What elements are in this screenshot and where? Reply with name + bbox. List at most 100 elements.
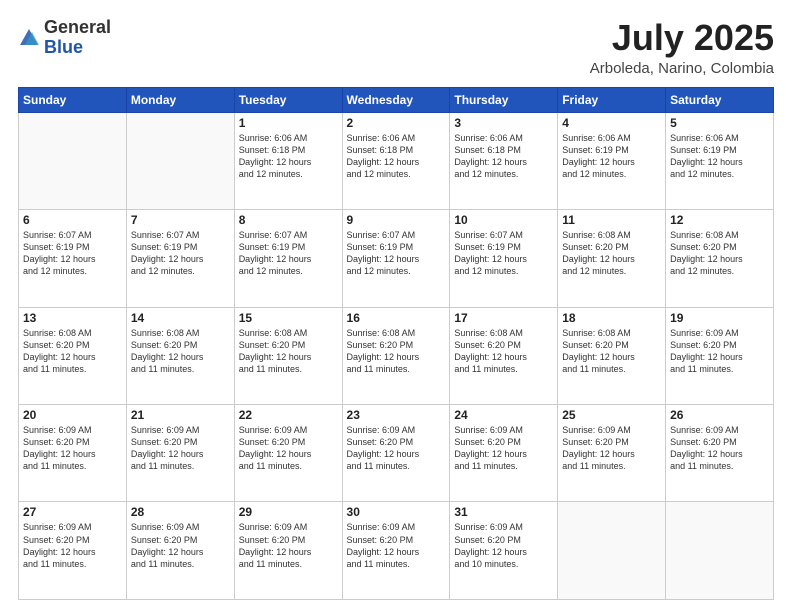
col-friday: Friday xyxy=(558,87,666,112)
header: General Blue July 2025 Arboleda, Narino,… xyxy=(18,18,774,77)
calendar-header-row: Sunday Monday Tuesday Wednesday Thursday… xyxy=(19,87,774,112)
calendar-cell: 18 Sunrise: 6:08 AM Sunset: 6:20 PM Dayli… xyxy=(558,307,666,404)
month-year: July 2025 xyxy=(590,18,774,58)
calendar-cell: 23 Sunrise: 6:09 AM Sunset: 6:20 PM Dayli… xyxy=(342,405,450,502)
day-number: 2 xyxy=(347,116,446,130)
day-info: Sunrise: 6:07 AM Sunset: 6:19 PM Dayligh… xyxy=(239,229,338,278)
day-number: 15 xyxy=(239,311,338,325)
calendar-cell: 11Sunrise: 6:08 AM Sunset: 6:20 PM Dayli… xyxy=(558,210,666,307)
day-number: 19 xyxy=(670,311,769,325)
day-number: 4 xyxy=(562,116,661,130)
day-info: Sunrise: 6:09 AM Sunset: 6:20 PM Dayligh… xyxy=(239,521,338,570)
day-number: 30 xyxy=(347,505,446,519)
day-info: Sunrise: 6:06 AM Sunset: 6:18 PM Dayligh… xyxy=(347,132,446,181)
day-info: Sunrise: 6:08 AM Sunset: 6:20 PM Dayligh… xyxy=(131,327,230,376)
day-number: 13 xyxy=(23,311,122,325)
location: Arboleda, Narino, Colombia xyxy=(590,60,774,77)
day-number: 14 xyxy=(131,311,230,325)
day-number: 11 xyxy=(562,213,661,227)
calendar-cell: 27Sunrise: 6:09 AM Sunset: 6:20 PM Dayli… xyxy=(19,502,127,600)
calendar-cell: 22 Sunrise: 6:09 AM Sunset: 6:20 PM Dayli… xyxy=(234,405,342,502)
calendar-cell xyxy=(558,502,666,600)
day-info: Sunrise: 6:08 AM Sunset: 6:20 PM Dayligh… xyxy=(670,229,769,278)
day-number: 21 xyxy=(131,408,230,422)
day-info: Sunrise: 6:09 AM Sunset: 6:20 PM Dayligh… xyxy=(670,424,769,473)
day-number: 26 xyxy=(670,408,769,422)
calendar-cell: 14 Sunrise: 6:08 AM Sunset: 6:20 PM Dayli… xyxy=(126,307,234,404)
calendar-cell: 9 Sunrise: 6:07 AM Sunset: 6:19 PM Daylig… xyxy=(342,210,450,307)
calendar-week-row: 1 Sunrise: 6:06 AM Sunset: 6:18 PM Daylig… xyxy=(19,112,774,209)
calendar-cell: 3 Sunrise: 6:06 AM Sunset: 6:18 PM Daylig… xyxy=(450,112,558,209)
calendar-cell: 4 Sunrise: 6:06 AM Sunset: 6:19 PM Daylig… xyxy=(558,112,666,209)
day-number: 25 xyxy=(562,408,661,422)
calendar-cell: 24 Sunrise: 6:09 AM Sunset: 6:20 PM Dayli… xyxy=(450,405,558,502)
calendar-cell: 21Sunrise: 6:09 AM Sunset: 6:20 PM Dayli… xyxy=(126,405,234,502)
col-monday: Monday xyxy=(126,87,234,112)
day-info: Sunrise: 6:09 AM Sunset: 6:20 PM Dayligh… xyxy=(347,521,446,570)
col-wednesday: Wednesday xyxy=(342,87,450,112)
col-saturday: Saturday xyxy=(666,87,774,112)
day-number: 28 xyxy=(131,505,230,519)
day-number: 9 xyxy=(347,213,446,227)
day-number: 23 xyxy=(347,408,446,422)
calendar-week-row: 13 Sunrise: 6:08 AM Sunset: 6:20 PM Dayli… xyxy=(19,307,774,404)
calendar-cell: 16 Sunrise: 6:08 AM Sunset: 6:20 PM Dayli… xyxy=(342,307,450,404)
title-block: July 2025 Arboleda, Narino, Colombia xyxy=(590,18,774,77)
day-info: Sunrise: 6:07 AM Sunset: 6:19 PM Dayligh… xyxy=(454,229,553,278)
day-number: 18 xyxy=(562,311,661,325)
day-number: 17 xyxy=(454,311,553,325)
day-number: 24 xyxy=(454,408,553,422)
day-number: 20 xyxy=(23,408,122,422)
calendar-cell: 10 Sunrise: 6:07 AM Sunset: 6:19 PM Dayli… xyxy=(450,210,558,307)
day-info: Sunrise: 6:08 AM Sunset: 6:20 PM Dayligh… xyxy=(23,327,122,376)
calendar-cell: 12 Sunrise: 6:08 AM Sunset: 6:20 PM Dayli… xyxy=(666,210,774,307)
day-info: Sunrise: 6:09 AM Sunset: 6:20 PM Dayligh… xyxy=(454,424,553,473)
day-number: 22 xyxy=(239,408,338,422)
day-info: Sunrise: 6:08 AM Sunset: 6:20 PM Dayligh… xyxy=(454,327,553,376)
logo-blue-text: Blue xyxy=(44,37,83,57)
day-info: Sunrise: 6:08 AM Sunset: 6:20 PM Dayligh… xyxy=(562,327,661,376)
calendar-week-row: 27 Sunrise: 6:09 AM Sunset: 6:20 PM Dayli… xyxy=(19,502,774,600)
col-tuesday: Tuesday xyxy=(234,87,342,112)
day-number: 8 xyxy=(239,213,338,227)
logo: General Blue xyxy=(18,18,111,58)
day-number: 16 xyxy=(347,311,446,325)
calendar-cell: 28 Sunrise: 6:09 AM Sunset: 6:20 PM Dayli… xyxy=(126,502,234,600)
day-info: Sunrise: 6:08 AM Sunset: 6:20 PM Dayligh… xyxy=(347,327,446,376)
day-info: Sunrise: 6:07 AM Sunset: 6:19 PM Dayligh… xyxy=(347,229,446,278)
day-number: 7 xyxy=(131,213,230,227)
day-info: Sunrise: 6:07 AM Sunset: 6:19 PM Dayligh… xyxy=(23,229,122,278)
day-info: Sunrise: 6:06 AM Sunset: 6:19 PM Dayligh… xyxy=(562,132,661,181)
day-number: 3 xyxy=(454,116,553,130)
day-info: Sunrise: 6:09 AM Sunset: 6:20 PM Dayligh… xyxy=(670,327,769,376)
day-number: 5 xyxy=(670,116,769,130)
logo-text: General Blue xyxy=(44,18,111,58)
col-thursday: Thursday xyxy=(450,87,558,112)
calendar-cell: 13 Sunrise: 6:08 AM Sunset: 6:20 PM Dayli… xyxy=(19,307,127,404)
day-number: 6 xyxy=(23,213,122,227)
day-info: Sunrise: 6:07 AM Sunset: 6:19 PM Dayligh… xyxy=(131,229,230,278)
calendar-cell: 8 Sunrise: 6:07 AM Sunset: 6:19 PM Daylig… xyxy=(234,210,342,307)
day-number: 27 xyxy=(23,505,122,519)
day-info: Sunrise: 6:09 AM Sunset: 6:20 PM Dayligh… xyxy=(347,424,446,473)
logo-general-text: General xyxy=(44,17,111,37)
day-info: Sunrise: 6:08 AM Sunset: 6:20 PM Dayligh… xyxy=(239,327,338,376)
calendar-cell xyxy=(19,112,127,209)
day-info: Sunrise: 6:06 AM Sunset: 6:18 PM Dayligh… xyxy=(454,132,553,181)
calendar-cell: 31Sunrise: 6:09 AM Sunset: 6:20 PM Dayli… xyxy=(450,502,558,600)
day-info: Sunrise: 6:06 AM Sunset: 6:19 PM Dayligh… xyxy=(670,132,769,181)
calendar-cell: 15 Sunrise: 6:08 AM Sunset: 6:20 PM Dayli… xyxy=(234,307,342,404)
calendar-cell: 25Sunrise: 6:09 AM Sunset: 6:20 PM Dayli… xyxy=(558,405,666,502)
day-info: Sunrise: 6:09 AM Sunset: 6:20 PM Dayligh… xyxy=(131,521,230,570)
day-info: Sunrise: 6:09 AM Sunset: 6:20 PM Dayligh… xyxy=(239,424,338,473)
calendar-table: Sunday Monday Tuesday Wednesday Thursday… xyxy=(18,87,774,600)
calendar-week-row: 6 Sunrise: 6:07 AM Sunset: 6:19 PM Daylig… xyxy=(19,210,774,307)
day-number: 12 xyxy=(670,213,769,227)
calendar-cell xyxy=(666,502,774,600)
day-number: 10 xyxy=(454,213,553,227)
page: General Blue July 2025 Arboleda, Narino,… xyxy=(0,0,792,612)
day-number: 1 xyxy=(239,116,338,130)
day-number: 31 xyxy=(454,505,553,519)
day-info: Sunrise: 6:09 AM Sunset: 6:20 PM Dayligh… xyxy=(23,424,122,473)
calendar-cell: 30 Sunrise: 6:09 AM Sunset: 6:20 PM Dayli… xyxy=(342,502,450,600)
